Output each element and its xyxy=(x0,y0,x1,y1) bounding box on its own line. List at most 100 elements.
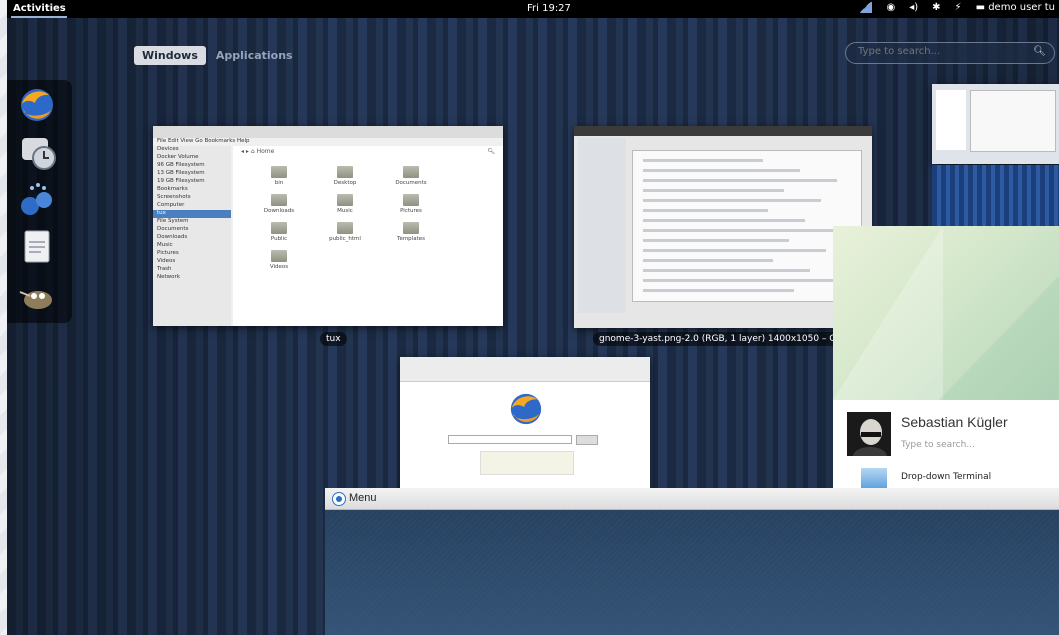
wallpaper-shape xyxy=(833,226,943,400)
window-partial-top-right[interactable] xyxy=(932,84,1059,164)
search-input[interactable] xyxy=(856,45,1030,58)
folder-icon xyxy=(337,222,353,234)
folder-label: Documents xyxy=(395,180,427,186)
dialog-row xyxy=(643,199,821,202)
browser-search-field xyxy=(448,435,572,444)
browser-search-button xyxy=(576,435,598,445)
dialog-row xyxy=(643,239,789,242)
sidebar-item: Bookmarks xyxy=(157,186,188,192)
dialog-row xyxy=(643,169,800,172)
folder-icon xyxy=(271,166,287,178)
sidebar-item: Documents xyxy=(157,226,189,232)
window-titlebar: Menu xyxy=(325,488,1059,510)
wallpaper-shape xyxy=(939,276,1059,400)
folder-icon xyxy=(271,250,287,262)
menu-button[interactable]: Menu xyxy=(349,492,377,504)
network-signal-icon[interactable] xyxy=(858,2,873,13)
workspace-wallpaper-preview xyxy=(932,165,1059,227)
gimp-toolbox xyxy=(578,138,626,313)
tab-applications[interactable]: Applications xyxy=(212,46,297,65)
overview-mode-switcher: Windows Applications xyxy=(134,46,297,65)
window-firefox[interactable] xyxy=(400,357,650,497)
folder-icon xyxy=(403,194,419,206)
sidebar-item: Network xyxy=(157,274,180,280)
dialog-row xyxy=(643,249,826,252)
search-icon: 🔍︎ xyxy=(487,148,495,155)
sidebar-item: 13 GB Filesystem xyxy=(157,170,205,176)
file-manager-sidebar: Devices Docker Volume 96 GB Filesystem 13 G… xyxy=(153,146,231,326)
window-titlebar xyxy=(574,126,872,136)
menu-icon[interactable] xyxy=(333,493,345,505)
system-tray: ◉ ◂) ✱ ⚡ ▬ demo user tu xyxy=(858,2,1059,13)
sidebar-item: Screenshots xyxy=(157,194,191,200)
activities-underline xyxy=(11,16,67,18)
chat-icon[interactable] xyxy=(16,180,58,218)
window-label-file-manager: tux xyxy=(320,332,347,346)
window-menu: Menu xyxy=(325,488,1059,635)
folder-label: Pictures xyxy=(400,208,422,214)
sidebar-item: Devices xyxy=(157,146,179,152)
folder-label: Videos xyxy=(269,264,289,270)
sidebar-item: File System xyxy=(157,218,189,224)
dialog-row xyxy=(643,279,847,282)
window-file-manager[interactable]: File Edit View Go Bookmarks Help Devices… xyxy=(153,126,503,326)
tab-windows[interactable]: Windows xyxy=(134,46,206,65)
dialog-row xyxy=(643,179,837,182)
user-name: demo user tu xyxy=(988,2,1055,13)
folder-icon xyxy=(271,222,287,234)
folder-label: public_html xyxy=(329,236,361,242)
location-bar: ◂ ▸ ⌂ Home xyxy=(241,148,275,155)
firefox-icon[interactable] xyxy=(16,86,58,124)
launcher-entry[interactable]: Drop-down Terminal xyxy=(901,472,991,482)
sidebar-item: Trash xyxy=(157,266,172,272)
dialog-row xyxy=(643,189,784,192)
folder-icon xyxy=(271,194,287,206)
accessibility-icon[interactable]: ◉ xyxy=(886,2,895,13)
window-panel xyxy=(936,90,966,150)
sidebar-item: tux xyxy=(153,210,231,218)
sidebar-item: Pictures xyxy=(157,250,179,256)
folder-label: Public xyxy=(270,236,288,242)
text-editor-icon[interactable] xyxy=(16,228,58,266)
sidebar-item: Downloads xyxy=(157,234,188,240)
sidebar-item: 96 GB Filesystem xyxy=(157,162,205,168)
dialog-row xyxy=(643,289,794,292)
launcher-header-wallpaper xyxy=(833,226,1059,400)
browser-toolbar xyxy=(400,357,650,382)
folder-icon xyxy=(403,222,419,234)
bluetooth-icon[interactable]: ✱ xyxy=(932,2,940,13)
dialog-row xyxy=(643,219,805,222)
sidebar-item: Computer xyxy=(157,202,185,208)
volume-icon[interactable]: ◂) xyxy=(909,2,918,13)
folder-label: bin xyxy=(274,180,284,186)
plasma-launcher: Sebastian Kügler Type to search... Drop-… xyxy=(833,226,1059,490)
window-label-gimp: gnome-3-yast.png-2.0 (RGB, 1 layer) 1400… xyxy=(593,332,845,346)
activities-button[interactable]: Activities xyxy=(13,3,66,14)
window-panel xyxy=(970,90,1056,152)
folder-icon xyxy=(337,166,353,178)
avatar xyxy=(847,412,891,456)
sidebar-item: Videos xyxy=(157,258,176,264)
sidebar-item: 19 GB Filesystem xyxy=(157,178,205,184)
power-icon[interactable]: ⚡ xyxy=(955,2,962,13)
gimp-icon[interactable] xyxy=(16,276,58,314)
folder-label: Music xyxy=(337,208,353,214)
folder-label: Desktop xyxy=(333,180,357,186)
sidebar-item: Docker Volume xyxy=(157,154,199,160)
sidebar-item: Music xyxy=(157,242,173,248)
gimp-canvas xyxy=(632,150,862,302)
user-menu[interactable]: ▬ demo user tu xyxy=(976,2,1059,13)
window-content xyxy=(325,510,1059,635)
clock-icon[interactable] xyxy=(16,134,58,172)
clock[interactable]: Fri 19:27 xyxy=(527,3,571,14)
folder-label: Templates xyxy=(397,236,425,242)
folder-icon xyxy=(403,166,419,178)
search-icon: 🔍︎ xyxy=(1033,46,1046,57)
window-gimp[interactable] xyxy=(574,126,872,328)
user-name: Sebastian Kügler xyxy=(901,414,1008,430)
folder-label: Downloads xyxy=(263,208,295,214)
launcher-search-hint[interactable]: Type to search... xyxy=(901,440,975,450)
file-manager-content: ◂ ▸ ⌂ Home 🔍︎ bin Desktop Documents Downloa… xyxy=(233,146,503,326)
dash xyxy=(7,80,72,323)
overview-search[interactable]: 🔍︎ xyxy=(845,42,1055,64)
